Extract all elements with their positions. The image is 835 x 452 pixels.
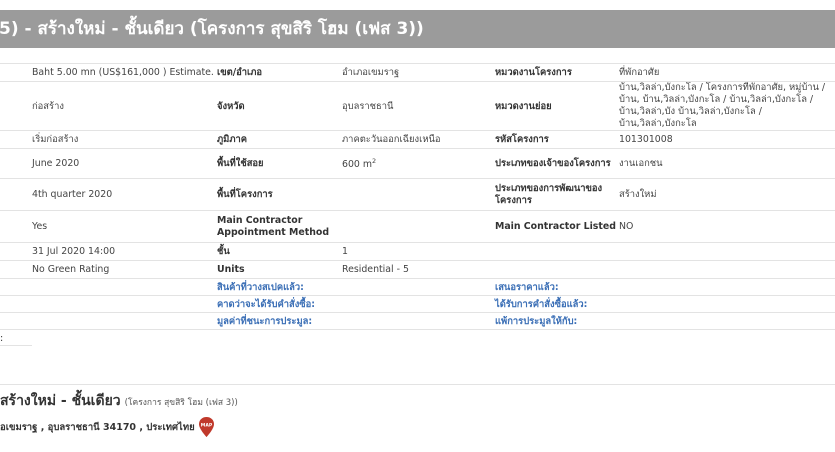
floor-area-value: 600 m2 [340, 148, 493, 179]
field-label: หมวดงานโครงการ [493, 63, 617, 82]
page-title: 5) - สร้างใหม่ - ชั้นเดียว (โครงการ สุขส… [0, 19, 424, 39]
field-value: NO [617, 210, 835, 243]
field-label: รหัสโครงการ [493, 130, 617, 149]
map-pin-label: MAP [200, 423, 212, 429]
project-name: สร้างใหม่ - ชั้นเดียว [0, 393, 121, 409]
field-value: อุบลราชธานี [340, 81, 493, 131]
field-label [493, 242, 617, 261]
field-label: เขต/อำเภอ [215, 63, 340, 82]
divider [0, 384, 835, 385]
project-title-bar: 5) - สร้างใหม่ - ชั้นเดียว (โครงการ สุขส… [0, 10, 835, 48]
table-row: ก่อสร้าง จังหวัด อุบลราชธานี หมวดงานย่อย… [0, 81, 835, 131]
construction-start: June 2020 [0, 148, 215, 179]
field-colon: : [0, 333, 4, 344]
table-row: คาดว่าจะได้รับคำสั่งซื้อ: ได้รับการคำสั่… [0, 295, 835, 313]
quoted-link[interactable]: เสนอราคาแล้ว: [493, 278, 617, 296]
field-value: 1 [340, 242, 493, 261]
project-heading: สร้างใหม่ - ชั้นเดียว (โครงการ สุขสิริ โฮ… [0, 390, 238, 412]
field-label: Units [215, 260, 340, 279]
map-pin-icon[interactable]: MAP [198, 416, 215, 438]
subcategory-value: บ้าน,วิลล่า,บังกะโล / โครงการที่พักอาศัย… [617, 81, 835, 131]
field-label: พื้นที่ใช้สอย [215, 148, 340, 179]
project-stage: เริ่มก่อสร้าง [0, 130, 215, 149]
project-id-value: 101301008 [617, 130, 835, 149]
bid-won-value-link[interactable]: มูลค่าที่ชนะการประมูล: [215, 312, 340, 330]
field-label: พื้นที่โครงการ [215, 178, 340, 211]
table-row: Baht 5.00 mn (US$161,000 ) Estimate. เขต… [0, 63, 835, 82]
field-label: ประเภทของการพัฒนาของโครงการ [493, 178, 617, 211]
order-received-link[interactable]: ได้รับการคำสั่งซื้อแล้ว: [493, 295, 617, 313]
table-row: June 2020 พื้นที่ใช้สอย 600 m2 ประเภทของ… [0, 148, 835, 179]
green-rating-value: No Green Rating [0, 260, 215, 279]
field-value: Yes [0, 210, 215, 243]
field-value [617, 242, 835, 261]
table-row: สินค้าที่วางสเปคแล้ว: เสนอราคาแล้ว: [0, 278, 835, 296]
field-label: Main Contractor Appointment Method [215, 210, 340, 243]
table-row: เริ่มก่อสร้าง ภูมิภาค ภาคตะวันออกเฉียงเห… [0, 130, 835, 149]
table-row: 31 Jul 2020 14:00 ชั้น 1 [0, 242, 835, 261]
field-label: ประเภทของเจ้าของโครงการ [493, 148, 617, 179]
table-row: Yes Main Contractor Appointment Method M… [0, 210, 835, 243]
table-row: มูลค่าที่ชนะการประมูล: แพ้การประมูลให้กั… [0, 312, 835, 330]
construction-end: 4th quarter 2020 [0, 178, 215, 211]
field-label [493, 260, 617, 279]
field-label: Main Contractor Listed [493, 210, 617, 243]
field-value: งานเอกชน [617, 148, 835, 179]
field-label: ภูมิภาค [215, 130, 340, 149]
table-row: No Green Rating Units Residential - 5 [0, 260, 835, 279]
field-label: ชั้น [215, 242, 340, 261]
project-address: อเขมราฐ , อุบลราชธานี 34170 , ประเทศไทย … [0, 416, 215, 438]
expected-order-link[interactable]: คาดว่าจะได้รับคำสั่งซื้อ: [215, 295, 340, 313]
table-row: 4th quarter 2020 พื้นที่โครงการ ประเภทขอ… [0, 178, 835, 211]
field-label: จังหวัด [215, 81, 340, 131]
specified-products-link[interactable]: สินค้าที่วางสเปคแล้ว: [215, 278, 340, 296]
address-text: อเขมราฐ , อุบลราชธานี 34170 , ประเทศไทย [0, 421, 195, 433]
divider [0, 345, 32, 346]
field-value [617, 260, 835, 279]
field-value: สร้างใหม่ [617, 178, 835, 211]
field-value [340, 178, 493, 211]
project-value: Baht 5.00 mn (US$161,000 ) Estimate. [0, 63, 215, 82]
project-status: ก่อสร้าง [0, 81, 215, 131]
field-value: ที่พักอาศัย [617, 63, 835, 82]
field-value [340, 210, 493, 243]
field-value: Residential - 5 [340, 260, 493, 279]
field-label: หมวดงานย่อย [493, 81, 617, 131]
bid-lost-link[interactable]: แพ้การประมูลให้กับ: [493, 312, 617, 330]
project-subtitle: (โครงการ สุขสิริ โฮม (เฟส 3)) [124, 398, 238, 408]
project-details-table: Baht 5.00 mn (US$161,000 ) Estimate. เขต… [0, 63, 835, 330]
field-value: อำเภอเขมราฐ [340, 63, 493, 82]
deadline-value: 31 Jul 2020 14:00 [0, 242, 215, 261]
field-value: ภาคตะวันออกเฉียงเหนือ [340, 130, 493, 149]
